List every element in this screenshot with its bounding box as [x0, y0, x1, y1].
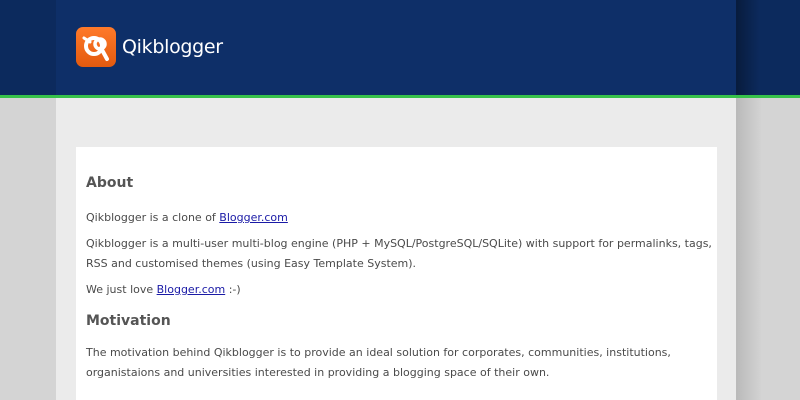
- site-logo-text: Qikblogger: [122, 36, 223, 58]
- content-panel: About Qikblogger is a clone of Blogger.c…: [76, 147, 717, 400]
- header-edge-left: [0, 0, 56, 95]
- about-p3-text: We just love: [86, 283, 157, 296]
- about-heading: About: [86, 175, 134, 191]
- about-p1-text: Qikblogger is a clone of: [86, 211, 220, 224]
- about-paragraph-3: We just love Blogger.com :-): [86, 280, 717, 300]
- blogger-link-1[interactable]: Blogger.com: [219, 211, 288, 224]
- motivation-paragraph-1: The motivation behind Qikblogger is to p…: [86, 346, 671, 379]
- header-shadow: [736, 0, 760, 95]
- qikblogger-logo-icon: [76, 27, 116, 67]
- page-gutter-left: [0, 98, 56, 400]
- about-paragraph-2: Qikblogger is a multi-user multi-blog en…: [86, 237, 712, 270]
- page-gutter-right: [736, 98, 800, 400]
- about-paragraph-1: Qikblogger is a clone of Blogger.com: [86, 208, 717, 228]
- site-logo[interactable]: Qikblogger: [76, 27, 223, 67]
- about-p3-suffix: :-): [225, 283, 241, 296]
- blogger-link-2[interactable]: Blogger.com: [157, 283, 226, 296]
- motivation-heading: Motivation: [86, 313, 171, 329]
